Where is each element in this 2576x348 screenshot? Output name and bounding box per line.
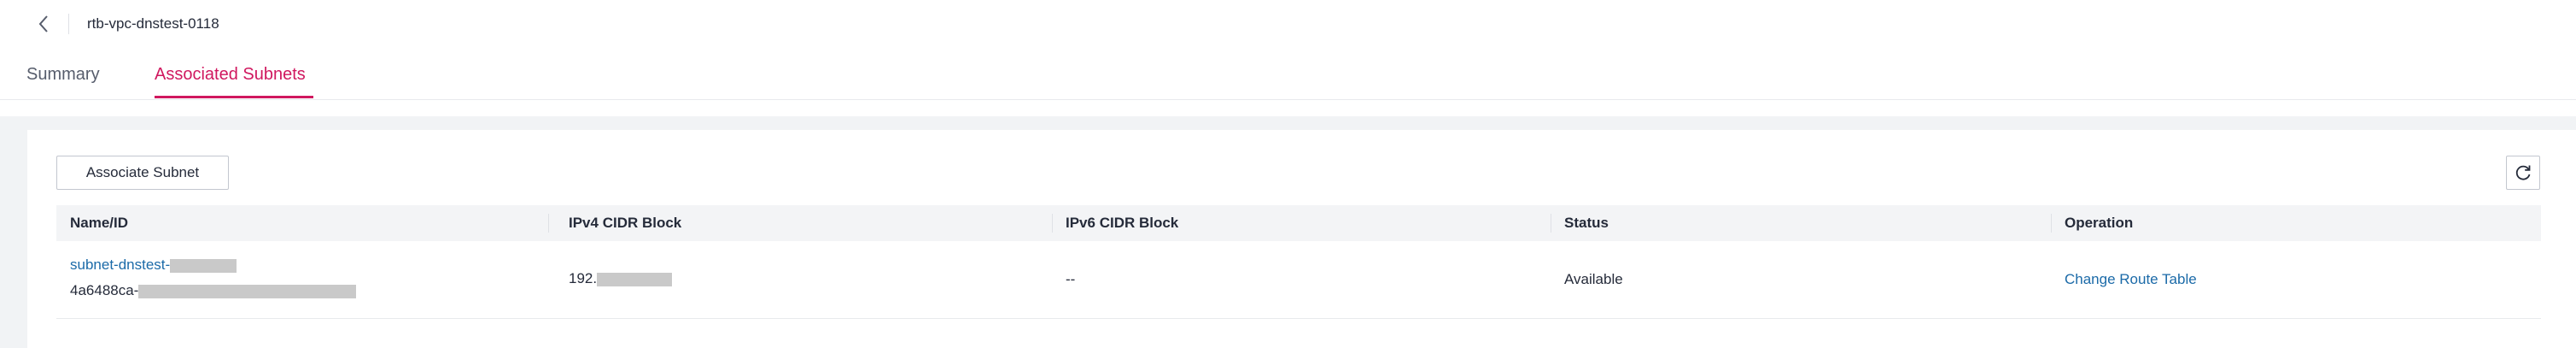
refresh-button[interactable] [2506,156,2540,190]
refresh-icon [2515,165,2531,180]
associate-subnet-button[interactable]: Associate Subnet [56,156,229,190]
table-row: subnet-dnstest- 4a6488ca- 192. -- Availa… [56,241,2541,319]
subnet-id-text: 4a6488ca- [70,282,139,298]
status-text: Available [1564,271,1623,287]
ipv4-cidr-text: 192. [569,270,598,286]
subnets-card: Associate Subnet Name/ID IPv4 CIDR Block… [27,130,2576,348]
column-header-name-id: Name/ID [70,215,129,231]
page-header: rtb-vpc-dnstest-0118 [0,0,2576,51]
subnet-name-link[interactable]: subnet-dnstest- [70,257,237,274]
column-header-operation: Operation [2065,215,2134,231]
subnet-id: 4a6488ca- [70,282,357,299]
column-header-ipv4: IPv4 CIDR Block [569,215,682,231]
table-header: Name/ID IPv4 CIDR Block IPv6 CIDR Block … [56,205,2541,241]
ipv6-cidr: -- [1066,271,1076,287]
tab-bar: Summary Associated Subnets [0,51,2576,100]
header-divider [68,14,69,34]
redacted-mask [597,272,673,286]
change-route-table-link[interactable]: Change Route Table [2065,271,2197,288]
tab-associated-subnets[interactable]: Associated Subnets [155,63,306,86]
column-header-status: Status [1564,215,1609,231]
page-title: rtb-vpc-dnstest-0118 [87,15,219,32]
tab-summary[interactable]: Summary [26,63,100,86]
subnets-table: Name/ID IPv4 CIDR Block IPv6 CIDR Block … [56,205,2541,319]
column-header-ipv6: IPv6 CIDR Block [1066,215,1179,231]
subnet-name-text: subnet-dnstest- [70,257,171,273]
column-separator [548,214,549,233]
ipv4-cidr: 192. [569,270,673,287]
chevron-left-icon [38,15,48,32]
active-tab-indicator [155,96,313,98]
back-button[interactable] [32,12,55,36]
redacted-mask [138,284,357,298]
redacted-mask [170,258,237,273]
